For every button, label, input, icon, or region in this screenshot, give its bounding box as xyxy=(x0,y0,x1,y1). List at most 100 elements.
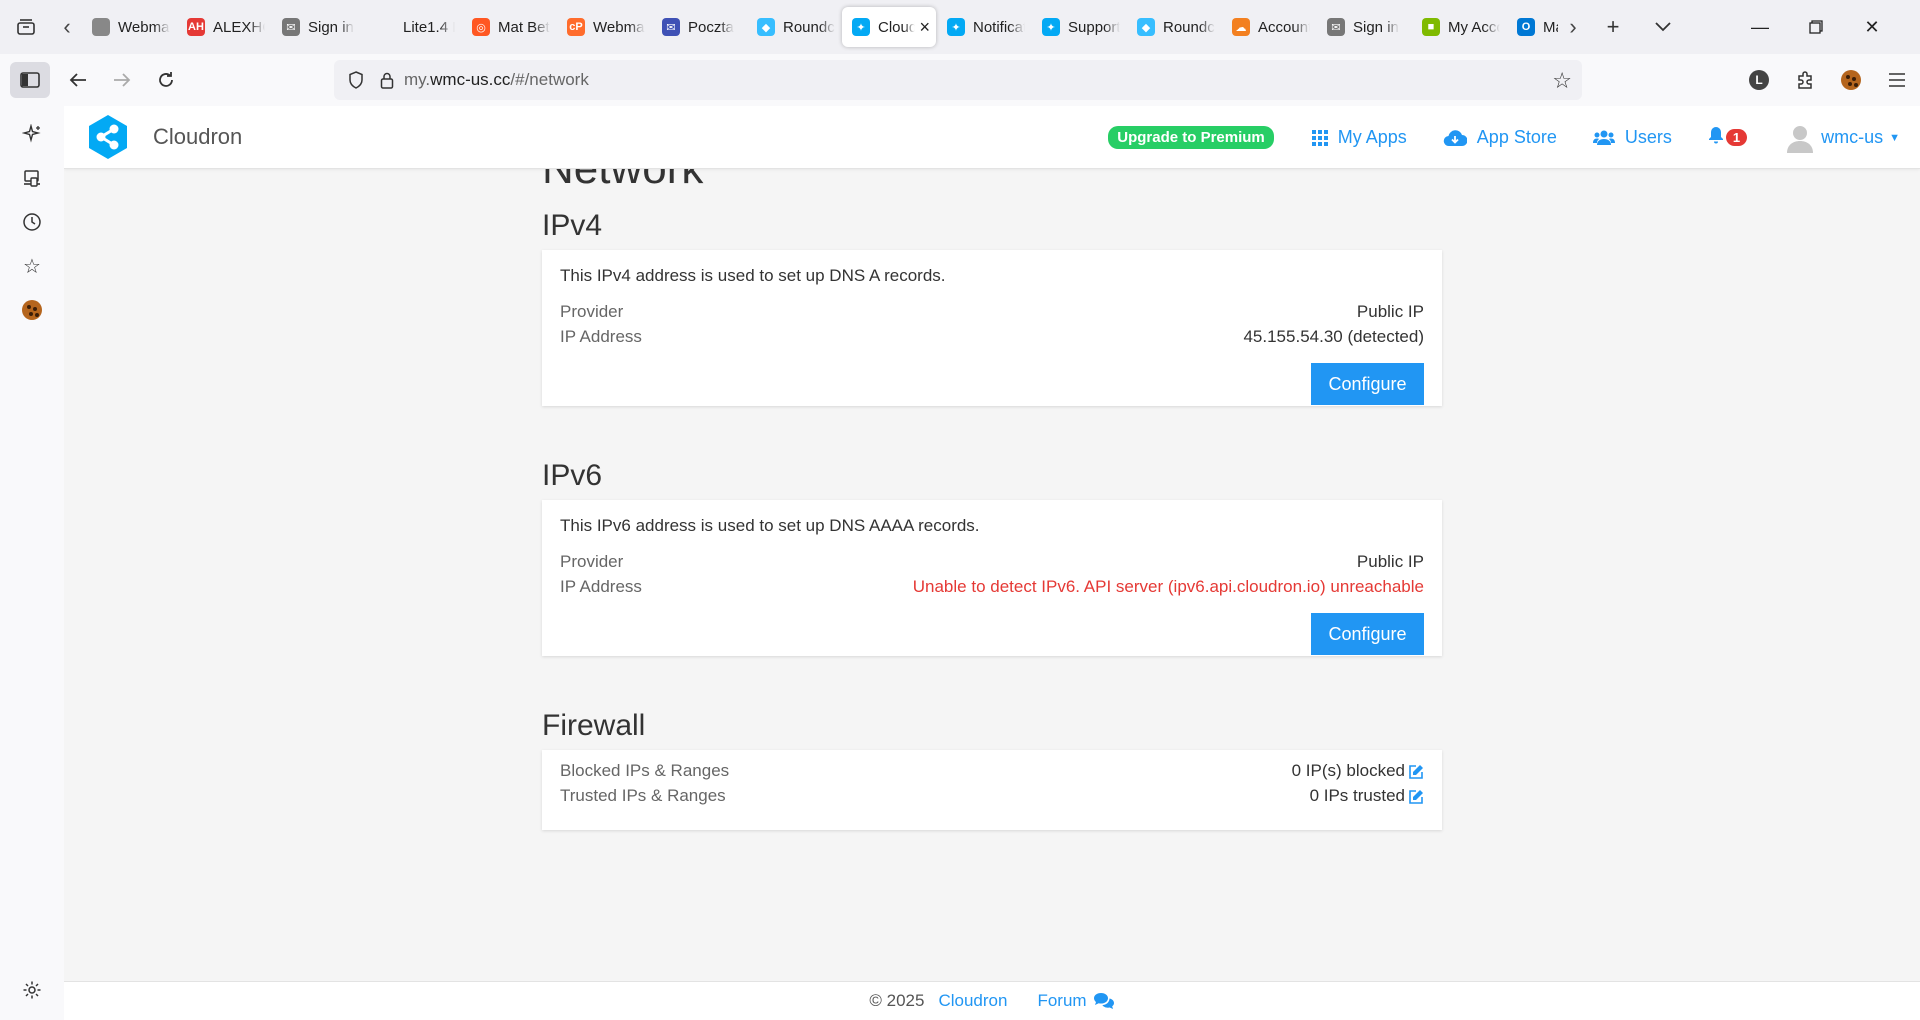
tab-label: Lite1.4 Email xyxy=(403,18,455,36)
lock-icon[interactable] xyxy=(374,72,400,89)
ipv4-configure-button[interactable]: Configure xyxy=(1311,363,1424,405)
ipv6-configure-button[interactable]: Configure xyxy=(1311,613,1424,655)
notifications-button[interactable]: 1 xyxy=(1708,126,1748,149)
tab-label: Cloudron xyxy=(878,18,916,36)
ipv6-ip-error: Unable to detect IPv6. API server (ipv6.… xyxy=(912,576,1424,596)
firewall-card: Blocked IPs & Ranges 0 IP(s) blocked Tru… xyxy=(542,750,1442,830)
synced-tabs-icon[interactable] xyxy=(0,156,64,200)
tab-scroll-right-icon[interactable]: › xyxy=(1558,0,1588,54)
tab-favicon-icon: ✦ xyxy=(1042,18,1060,36)
browser-tab[interactable]: AH ALEXHOST xyxy=(177,7,271,47)
tab-favicon-icon: ✉ xyxy=(662,18,680,36)
minimize-icon[interactable]: — xyxy=(1732,0,1788,54)
firewall-heading: Firewall xyxy=(542,709,646,742)
tab-favicon-icon: ✦ xyxy=(852,18,870,36)
trusted-ips-label: Trusted IPs & Ranges xyxy=(560,785,726,805)
browser-tab[interactable]: Lite1.4 Email xyxy=(367,7,461,47)
ipv4-provider-row: Provider Public IP xyxy=(560,299,1424,324)
restore-icon[interactable] xyxy=(1788,0,1844,54)
ipv6-description: This IPv6 address is used to set up DNS … xyxy=(560,516,980,535)
bookmarks-icon[interactable]: ☆ xyxy=(0,244,64,288)
tab-label: Sign in xyxy=(1353,18,1399,36)
browser-tab[interactable]: cP Webmail xyxy=(557,7,651,47)
brand[interactable]: Cloudron xyxy=(85,114,242,160)
my-apps-link[interactable]: My Apps xyxy=(1311,127,1407,148)
browser-tab[interactable]: Webmail xyxy=(82,7,176,47)
browser-tab[interactable]: O Mail - xyxy=(1507,7,1558,47)
cookie-icon[interactable] xyxy=(0,288,64,332)
chevron-down-icon[interactable] xyxy=(1638,0,1688,54)
browser-tab[interactable]: ■ My Account xyxy=(1412,7,1506,47)
reload-icon[interactable] xyxy=(144,60,188,100)
avatar xyxy=(1787,125,1814,153)
browser-tab[interactable]: ✦ Support xyxy=(1032,7,1126,47)
tab-favicon-icon: ✦ xyxy=(947,18,965,36)
browser-tab[interactable]: ✉ Sign in xyxy=(272,7,366,47)
shield-icon[interactable] xyxy=(338,71,374,89)
tab-label: ALEXHOST xyxy=(213,18,265,36)
tab-favicon-icon: ☁ xyxy=(1232,18,1250,36)
address-bar[interactable]: my.wmc-us.cc/#/network ☆ xyxy=(334,60,1582,100)
tab-favicon-icon xyxy=(92,18,110,36)
browser-tab[interactable]: ◎ Mat Beta xyxy=(462,7,556,47)
ipv6-provider-value: Public IP xyxy=(1356,551,1424,571)
close-tab-icon[interactable]: × xyxy=(919,17,930,38)
ai-sparkle-icon[interactable] xyxy=(0,112,64,156)
cookie-extension-icon[interactable] xyxy=(1828,54,1874,106)
upgrade-premium-button[interactable]: Upgrade to Premium xyxy=(1108,126,1274,149)
new-tab-icon[interactable]: + xyxy=(1588,0,1638,54)
trusted-ips-row: Trusted IPs & Ranges 0 IPs trusted xyxy=(560,783,1424,808)
tab-label: Webmail xyxy=(118,18,170,36)
browser-tab[interactable]: ◆ Roundcube xyxy=(1127,7,1221,47)
tab-label: Account xyxy=(1258,18,1310,36)
edit-blocked-icon[interactable] xyxy=(1409,764,1424,779)
tab-label: Sign in xyxy=(308,18,354,36)
edit-trusted-icon[interactable] xyxy=(1409,789,1424,804)
browser-tab[interactable]: ☁ Account xyxy=(1222,7,1316,47)
cloudron-footer-link[interactable]: Cloudron xyxy=(938,991,1007,1011)
ipv4-ip-label: IP Address xyxy=(560,326,642,346)
close-window-icon[interactable]: ✕ xyxy=(1844,0,1900,54)
tab-label: Mat Beta xyxy=(498,18,550,36)
comments-icon xyxy=(1093,993,1114,1009)
tab-favicon-icon: ◆ xyxy=(757,18,775,36)
user-menu[interactable]: wmc-us ▼ xyxy=(1785,123,1900,153)
tab-label: Mail - xyxy=(1543,18,1558,36)
tab-list-icon[interactable] xyxy=(0,0,52,54)
browser-tab[interactable]: ✉ Sign in xyxy=(1317,7,1411,47)
tab-scroll-left-icon[interactable]: ‹ xyxy=(52,0,82,54)
history-icon[interactable] xyxy=(0,200,64,244)
profile-icon[interactable]: L xyxy=(1736,54,1782,106)
browser-tab[interactable]: ✉ Poczta xyxy=(652,7,746,47)
sidebar-toggle-icon[interactable] xyxy=(10,62,50,98)
extensions-icon[interactable] xyxy=(1782,54,1828,106)
tab-label: Roundcube xyxy=(1163,18,1215,36)
tab-label: Poczta xyxy=(688,18,734,36)
tab-favicon-icon: ✉ xyxy=(1327,18,1345,36)
browser-tab-bar: ‹ Webmail AH ALEXHOST ✉ Sign in Lite1.4 Email… xyxy=(0,0,1920,54)
app-store-link[interactable]: App Store xyxy=(1443,127,1557,148)
forward-icon[interactable] xyxy=(100,60,144,100)
blocked-ips-value: 0 IP(s) blocked xyxy=(1291,760,1405,780)
tab-label: Roundcube xyxy=(783,18,835,36)
tab-label: Support xyxy=(1068,18,1120,36)
bell-icon xyxy=(1708,126,1724,149)
menu-icon[interactable] xyxy=(1874,54,1920,106)
users-label: Users xyxy=(1624,127,1672,147)
ipv6-provider-row: Provider Public IP xyxy=(560,549,1424,574)
tab-favicon-icon: AH xyxy=(187,18,205,36)
users-link[interactable]: Users xyxy=(1592,127,1672,148)
browser-tab[interactable]: ◆ Roundcube xyxy=(747,7,841,47)
url-text: my.wmc-us.cc/#/network xyxy=(404,70,589,89)
footer: © 2025 Cloudron Forum xyxy=(64,981,1920,1020)
caret-down-icon: ▼ xyxy=(1889,131,1900,144)
forum-link[interactable]: Forum xyxy=(1037,991,1114,1011)
tab-favicon-icon: ■ xyxy=(1422,18,1440,36)
browser-tab[interactable]: ✦ Notifications xyxy=(937,7,1031,47)
sidebar-settings-icon[interactable] xyxy=(0,968,64,1012)
browser-tab[interactable]: ✦ Cloudron× xyxy=(842,7,936,47)
tab-favicon-icon: ◆ xyxy=(1137,18,1155,36)
bookmark-star-icon[interactable]: ☆ xyxy=(1552,68,1572,94)
tab-favicon-icon: O xyxy=(1517,18,1535,36)
back-icon[interactable] xyxy=(56,60,100,100)
